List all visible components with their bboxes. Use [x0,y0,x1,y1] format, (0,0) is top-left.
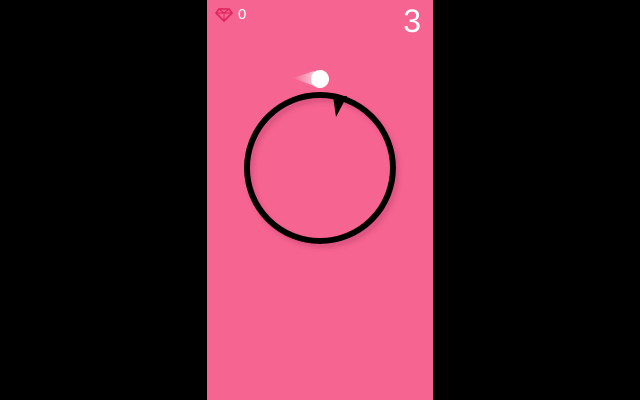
player-ball[interactable] [311,70,329,88]
orbit-ring [244,92,396,244]
game-canvas[interactable] [207,0,433,400]
game-screen: 0 3 [0,0,640,400]
spike-obstacle [333,96,347,117]
playfield[interactable]: 0 3 [207,0,433,400]
